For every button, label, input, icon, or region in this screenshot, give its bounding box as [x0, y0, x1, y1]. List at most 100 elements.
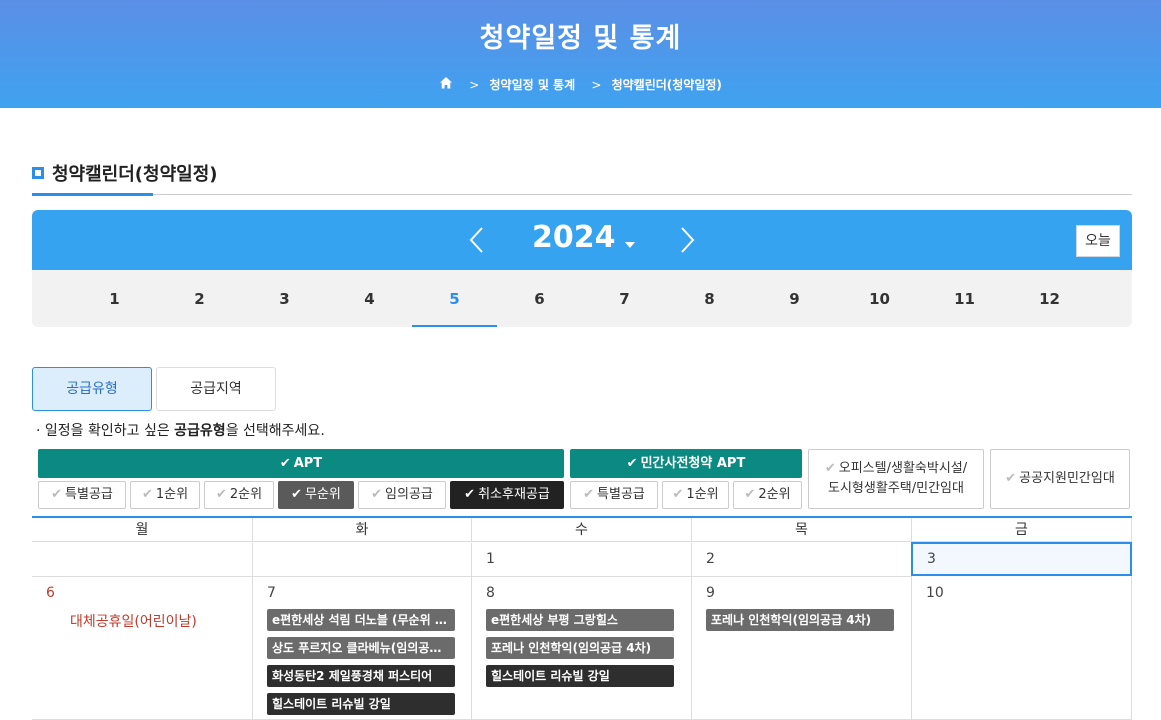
weekday-header: 화 — [253, 518, 472, 542]
month-tab-active[interactable]: 5 — [412, 270, 497, 327]
calendar-event[interactable]: 포레나 인천학익(임의공급 4차) — [486, 637, 674, 659]
day-number: 3 — [927, 551, 936, 567]
calendar-cell[interactable]: 8 e편한세상 부평 그랑힐스 포레나 인천학익(임의공급 4차) 힐스테이트 … — [472, 577, 692, 720]
month-tab[interactable]: 1 — [72, 270, 157, 327]
filter-apt-rank1[interactable]: ✔ 1순위 — [130, 481, 200, 509]
filter-public-rental[interactable]: ✔ 공공지원민간임대 — [990, 449, 1130, 509]
home-icon[interactable] — [439, 76, 453, 93]
month-tab[interactable]: 12 — [1007, 270, 1092, 327]
day-number: 9 — [706, 585, 715, 601]
weekday-header: 목 — [692, 518, 912, 542]
calendar-cell[interactable]: 7 e편한세상 석림 더노블 (무순위 … 상도 푸르지오 클라베뉴(임의공… … — [253, 577, 472, 720]
hint-text: · 일정을 확인하고 싶은 공급유형을 선택해주세요. — [36, 420, 325, 440]
check-icon: ✔ — [824, 461, 836, 476]
calendar-event[interactable]: 포레나 인천학익(임의공급 4차) — [706, 609, 894, 631]
chip-label: 1순위 — [686, 487, 719, 502]
chevron-right-icon: > — [469, 77, 480, 92]
chip-label: 오피스텔/생활숙박시설/ — [838, 461, 968, 476]
calendar-event[interactable]: 상도 푸르지오 클라베뉴(임의공… — [267, 637, 455, 659]
page-header: 청약일정 및 통계 > 청약일정 및 통계 > 청약캘린더(청약일정) — [0, 0, 1161, 108]
chip-label: 특별공급 — [65, 487, 113, 502]
holiday-label: 대체공휴일(어린이날) — [70, 614, 197, 630]
calendar-cell[interactable] — [253, 543, 472, 577]
chip-label: 공공지원민간임대 — [1019, 471, 1115, 486]
calendar-cell[interactable]: 1 — [472, 543, 692, 577]
month-tab[interactable]: 4 — [327, 270, 412, 327]
day-number: 7 — [267, 585, 276, 601]
calendar-cell[interactable]: 6 대체공휴일(어린이날) — [32, 577, 253, 720]
filter-apt-norank[interactable]: ✔ 무순위 — [278, 481, 354, 509]
day-number: 6 — [46, 585, 55, 601]
calendar-cell[interactable] — [32, 543, 253, 577]
check-icon: ✔ — [141, 487, 153, 502]
calendar-event[interactable]: e편한세상 부평 그랑힐스 — [486, 609, 674, 631]
filter-presale-label: 민간사전청약 APT — [640, 456, 746, 471]
month-tabs: 1 2 3 4 5 6 7 8 9 10 11 12 — [32, 270, 1132, 327]
chip-label: 도시형생활주택/민간임대 — [828, 481, 964, 496]
check-icon: ✔ — [464, 487, 476, 502]
chip-label: 취소후재공급 — [478, 487, 550, 502]
calendar-event[interactable]: e편한세상 석림 더노블 (무순위 … — [267, 609, 455, 631]
chip-label: 무순위 — [305, 487, 341, 502]
chevron-right-icon: > — [591, 77, 602, 92]
month-tab[interactable]: 2 — [157, 270, 242, 327]
weekday-header: 금 — [912, 518, 1132, 542]
check-icon: ✔ — [215, 487, 227, 502]
month-tab[interactable]: 7 — [582, 270, 667, 327]
chip-label: 특별공급 — [597, 487, 645, 502]
hint-bold: 공급유형 — [174, 423, 226, 439]
check-icon: ✔ — [371, 487, 383, 502]
check-icon: ✔ — [51, 487, 63, 502]
filter-apt-resupply[interactable]: ✔ 취소후재공급 — [450, 481, 564, 509]
check-icon: ✔ — [626, 456, 638, 471]
prev-year-button[interactable] — [462, 224, 492, 256]
tab-supply-region[interactable]: 공급지역 — [156, 367, 276, 411]
calendar-cell[interactable]: 2 — [692, 543, 912, 577]
month-tab[interactable]: 9 — [752, 270, 837, 327]
calendar-event[interactable]: 화성동탄2 제일풍경채 퍼스티어 — [267, 665, 455, 687]
calendar-cell[interactable]: 9 포레나 인천학익(임의공급 4차) — [692, 577, 912, 720]
month-tab[interactable]: 11 — [922, 270, 1007, 327]
day-number: 10 — [926, 585, 944, 601]
month-tab[interactable]: 10 — [837, 270, 922, 327]
next-year-button[interactable] — [672, 224, 702, 256]
filter-officetel-text: ✔ 오피스텔/생활숙박시설/ 도시형생활주택/민간임대 — [825, 459, 967, 499]
filter-presale-special[interactable]: ✔ 특별공급 — [570, 481, 658, 509]
square-icon — [32, 167, 44, 179]
today-button[interactable]: 오늘 — [1076, 225, 1120, 257]
filter-apt-rank2[interactable]: ✔ 2순위 — [204, 481, 274, 509]
check-icon: ✔ — [672, 487, 684, 502]
day-number: 8 — [486, 585, 495, 601]
day-number: 2 — [706, 551, 715, 567]
chip-label: 1순위 — [155, 487, 189, 502]
check-icon: ✔ — [583, 487, 595, 502]
calendar-event[interactable]: 힐스테이트 리슈빌 강일 — [267, 693, 455, 715]
month-tab[interactable]: 6 — [497, 270, 582, 327]
filter-presale-rank2[interactable]: ✔ 2순위 — [733, 481, 802, 509]
section-divider — [32, 194, 1132, 195]
filter-apt-all[interactable]: ✔ APT — [38, 449, 564, 478]
filter-presale-all[interactable]: ✔ 민간사전청약 APT — [570, 449, 802, 478]
filter-apt-optional[interactable]: ✔ 임의공급 — [358, 481, 446, 509]
year-bar: 2024 오늘 — [32, 210, 1132, 270]
tab-supply-type[interactable]: 공급유형 — [32, 367, 152, 411]
section-title: 청약캘린더(청약일정) — [32, 160, 218, 186]
breadcrumb: > 청약일정 및 통계 > 청약캘린더(청약일정) — [0, 76, 1161, 93]
check-icon: ✔ — [279, 456, 291, 471]
filter-officetel[interactable]: ✔ 오피스텔/생활숙박시설/ 도시형생활주택/민간임대 — [808, 449, 984, 509]
filter-apt-special[interactable]: ✔ 특별공급 — [38, 481, 126, 509]
year-select[interactable]: 2024 — [532, 220, 616, 255]
check-icon: ✔ — [744, 487, 756, 502]
month-tab[interactable]: 8 — [667, 270, 752, 327]
calendar-cell[interactable]: 10 — [912, 577, 1132, 720]
filter-presale-rank1[interactable]: ✔ 1순위 — [662, 481, 729, 509]
chip-label: 2순위 — [758, 487, 791, 502]
month-tab[interactable]: 3 — [242, 270, 327, 327]
hint-prefix: · 일정을 확인하고 싶은 — [36, 423, 175, 439]
chip-label: 2순위 — [229, 487, 263, 502]
breadcrumb-item-current[interactable]: 청약캘린더(청약일정) — [612, 76, 722, 93]
caret-down-icon[interactable] — [624, 234, 636, 253]
breadcrumb-item[interactable]: 청약일정 및 통계 — [490, 76, 576, 93]
calendar-event[interactable]: 힐스테이트 리슈빌 강일 — [486, 665, 674, 687]
calendar-cell-today[interactable]: 3 — [911, 542, 1132, 576]
